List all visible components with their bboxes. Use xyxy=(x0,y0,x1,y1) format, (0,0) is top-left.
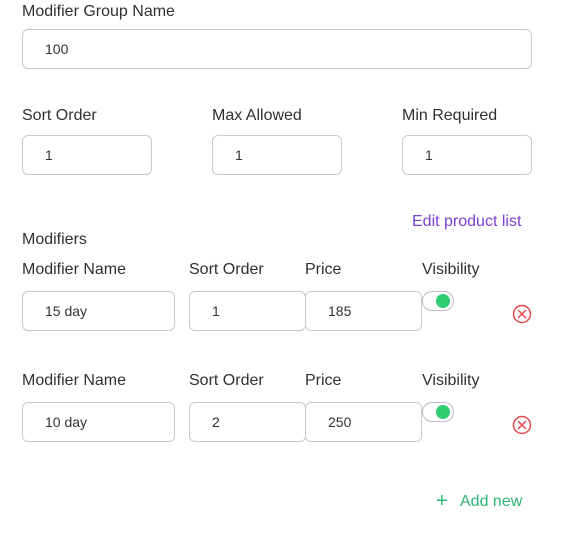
group-name-input[interactable] xyxy=(22,29,532,69)
modifier-sort-input[interactable] xyxy=(189,402,306,442)
add-new-button[interactable]: + Add new xyxy=(436,491,522,512)
remove-circle-icon[interactable] xyxy=(512,304,532,324)
modifier-visibility-label: Visibility xyxy=(422,261,480,278)
modifier-name-label: Modifier Name xyxy=(22,372,127,389)
max-allowed-input[interactable] xyxy=(212,135,342,175)
modifier-group-form: Modifier Group Name Sort Order Max Allow… xyxy=(0,0,578,543)
visibility-toggle[interactable] xyxy=(422,291,454,311)
min-required-label: Min Required xyxy=(402,107,498,124)
modifier-sort-input[interactable] xyxy=(189,291,306,331)
modifier-name-input[interactable] xyxy=(22,291,175,331)
plus-icon: + xyxy=(436,490,448,512)
sort-order-label: Sort Order xyxy=(22,107,97,124)
modifier-name-label: Modifier Name xyxy=(22,261,127,278)
modifier-price-label: Price xyxy=(305,372,342,389)
modifier-sort-label: Sort Order xyxy=(189,372,264,389)
modifier-visibility-label: Visibility xyxy=(422,372,480,389)
group-name-label: Modifier Group Name xyxy=(22,3,175,20)
add-new-label: Add new xyxy=(460,493,523,510)
sort-order-input[interactable] xyxy=(22,135,152,175)
visibility-toggle[interactable] xyxy=(422,402,454,422)
modifier-price-input[interactable] xyxy=(305,291,422,331)
edit-product-list-link[interactable]: Edit product list xyxy=(412,212,521,232)
min-required-input[interactable] xyxy=(402,135,532,175)
remove-circle-icon[interactable] xyxy=(512,415,532,435)
modifier-sort-label: Sort Order xyxy=(189,261,264,278)
toggle-knob xyxy=(436,405,450,419)
modifiers-section-label: Modifiers xyxy=(22,231,87,248)
modifier-price-label: Price xyxy=(305,261,342,278)
modifier-name-input[interactable] xyxy=(22,402,175,442)
modifier-price-input[interactable] xyxy=(305,402,422,442)
max-allowed-label: Max Allowed xyxy=(212,107,302,124)
toggle-knob xyxy=(436,294,450,308)
